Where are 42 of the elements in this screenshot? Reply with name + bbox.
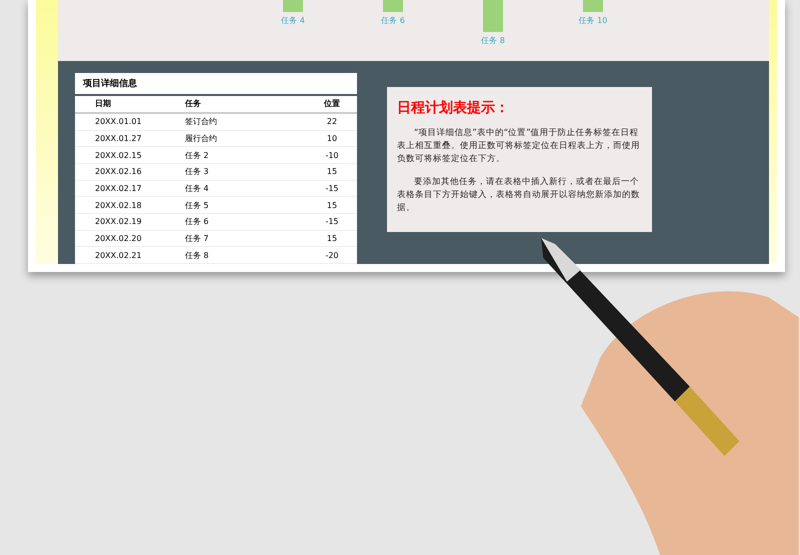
table-cell-text: 签订合约 (185, 116, 218, 128)
bar (283, 0, 303, 12)
column-header: 日期 (95, 98, 112, 110)
table-cell-text: -10 (324, 150, 340, 160)
table-cell-text: 20XX.02.19 (95, 217, 143, 226)
table-cell-text: 任务 7 (185, 232, 210, 244)
table-cell-text: 20XX.02.18 (95, 200, 143, 210)
table-cell-text: 任务 2 (185, 150, 210, 161)
table-cell-text: 20XX.02.20 (95, 234, 143, 243)
table-cell-text: 20XX.02.21 (95, 250, 143, 260)
table-cell-text: 10 (326, 134, 338, 143)
table-cell-text: -15 (324, 184, 340, 193)
table-cell-text: 15 (326, 200, 338, 210)
table-cell-text: -15 (324, 217, 340, 226)
table-cell-text: 任务 5 (185, 200, 210, 211)
table-cell-text: 20XX.01.01 (95, 117, 143, 126)
column-header: 任务 (185, 98, 202, 110)
tip-paragraph: 要添加其他任务，请在表格中插入新行，或者在最后一个表格条目下方开始键入，表格将自动展开以容纳您新添加的数据。 (397, 176, 641, 216)
table-cell-text: 20XX.02.17 (95, 184, 143, 193)
column-header: 位置 (322, 98, 341, 110)
tip-title: 日程计划表提示： (397, 99, 510, 118)
table-cell-text: 履行合约 (185, 132, 218, 144)
table-cell-text: 15 (326, 234, 338, 243)
table-cell-text: 20XX.02.15 (95, 150, 143, 160)
tip-paragraph: “项目详细信息”表中的“位置”值用于防止任务标签在日程表上相互重叠。使用正数可将标签定位在日程表上方，而使用负数可将标签定位在下方。 (397, 127, 641, 166)
table-cell-text: 任务 8 (185, 250, 210, 261)
table-cell-text: -20 (324, 250, 340, 260)
bar (583, 0, 603, 12)
bar-label: 任务 6 (381, 15, 405, 26)
table-title: 项目详细信息 (75, 73, 357, 96)
bar-label: 任务 8 (481, 35, 505, 46)
bar (383, 0, 403, 12)
bar-label: 任务 10 (578, 15, 608, 26)
table-cell-text: 20XX.02.16 (95, 167, 143, 176)
table-cell-text: 任务 6 (185, 216, 210, 228)
table-cell-text: 22 (326, 117, 338, 126)
table-cell-text: 任务 3 (185, 166, 210, 178)
table-cell-text: 任务 4 (185, 182, 210, 194)
bar (483, 0, 503, 32)
bar-label: 任务 4 (281, 15, 305, 26)
table-cell-text: 20XX.01.27 (95, 134, 143, 143)
table-cell-text: 15 (326, 167, 338, 176)
